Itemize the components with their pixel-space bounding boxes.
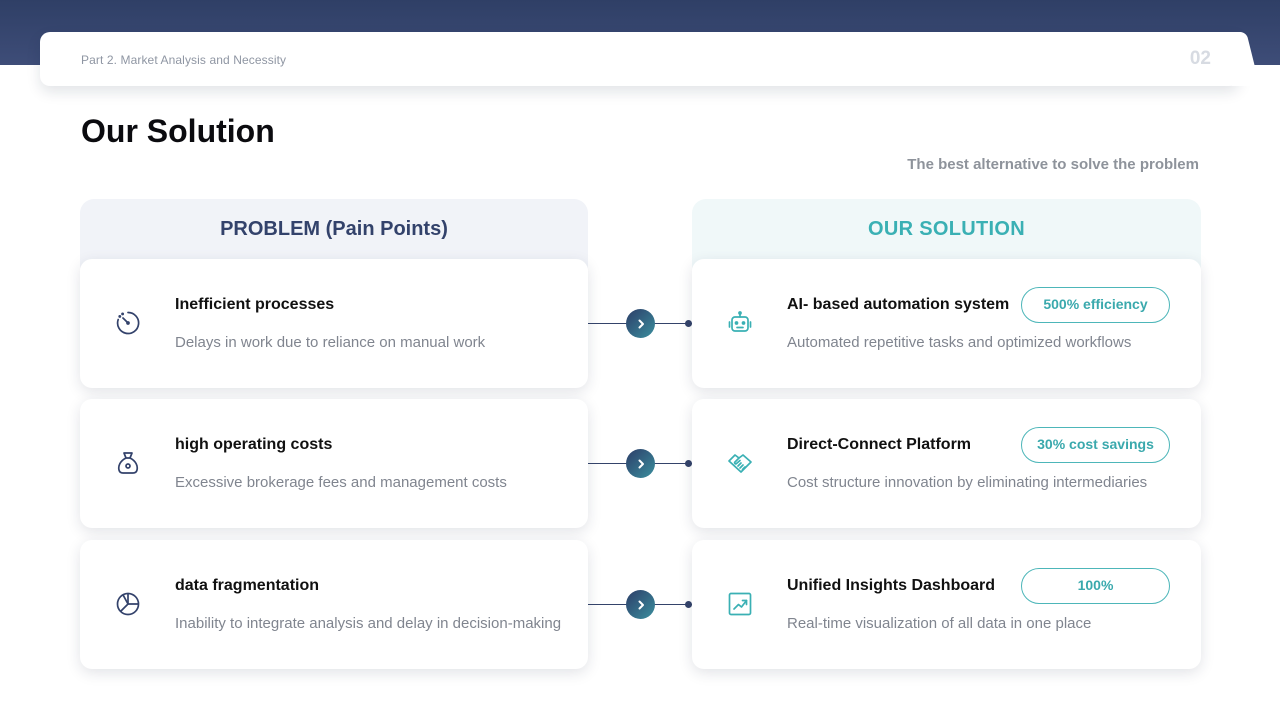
metric-badge: 500% efficiency [1021,287,1170,323]
connector-row-1 [588,309,692,339]
problem-card-data-fragmentation: data fragmentation Inability to integrat… [80,540,588,669]
connector-row-2 [588,449,692,479]
page-number: 02 [1189,48,1211,69]
problem-description: Excessive brokerage fees and management … [175,474,507,491]
solution-card-unified-dashboard: Unified Insights Dashboard Real-time vis… [692,540,1201,669]
connector-dot [685,320,692,327]
solution-description: Cost structure innovation by eliminating… [787,474,1148,491]
chevron-right-icon [626,590,655,619]
pie-chart-icon [114,590,142,618]
handshake-icon [726,449,754,477]
solution-card-ai-automation: AI- based automation system Automated re… [692,259,1201,388]
solution-card-direct-connect: Direct-Connect Platform Cost structure i… [692,399,1201,528]
problem-title: Inefficient processes [175,296,335,313]
chevron-right-icon [626,449,655,478]
solution-description: Automated repetitive tasks and optimized… [787,334,1132,351]
trending-chart-icon [726,590,754,618]
page-subtitle: The best alternative to solve the proble… [907,156,1199,173]
chevron-right-icon [626,309,655,338]
problem-title: data fragmentation [175,577,320,594]
timer-icon [114,309,142,337]
problem-title: high operating costs [175,436,333,453]
header-bar: Part 2. Market Analysis and Necessity 02 [40,32,1239,86]
money-bag-icon [114,449,142,477]
solution-description: Real-time visualization of all data in o… [787,615,1092,632]
problem-description: Inability to integrate analysis and dela… [175,615,562,632]
connector-dot [685,460,692,467]
problem-description: Delays in work due to reliance on manual… [175,334,486,351]
page-title: Our Solution [81,113,275,149]
robot-icon [726,309,754,337]
problem-card-operating-costs: high operating costs Excessive brokerage… [80,399,588,528]
solution-title: Unified Insights Dashboard [787,577,996,594]
solution-title: AI- based automation system [787,296,1010,313]
problem-card-inefficient-processes: Inefficient processes Delays in work due… [80,259,588,388]
solution-title: Direct-Connect Platform [787,436,972,453]
metric-badge: 30% cost savings [1021,427,1170,463]
metric-badge: 100% [1021,568,1170,604]
connector-row-3 [588,590,692,620]
section-title: Part 2. Market Analysis and Necessity [81,53,287,67]
connector-dot [685,601,692,608]
